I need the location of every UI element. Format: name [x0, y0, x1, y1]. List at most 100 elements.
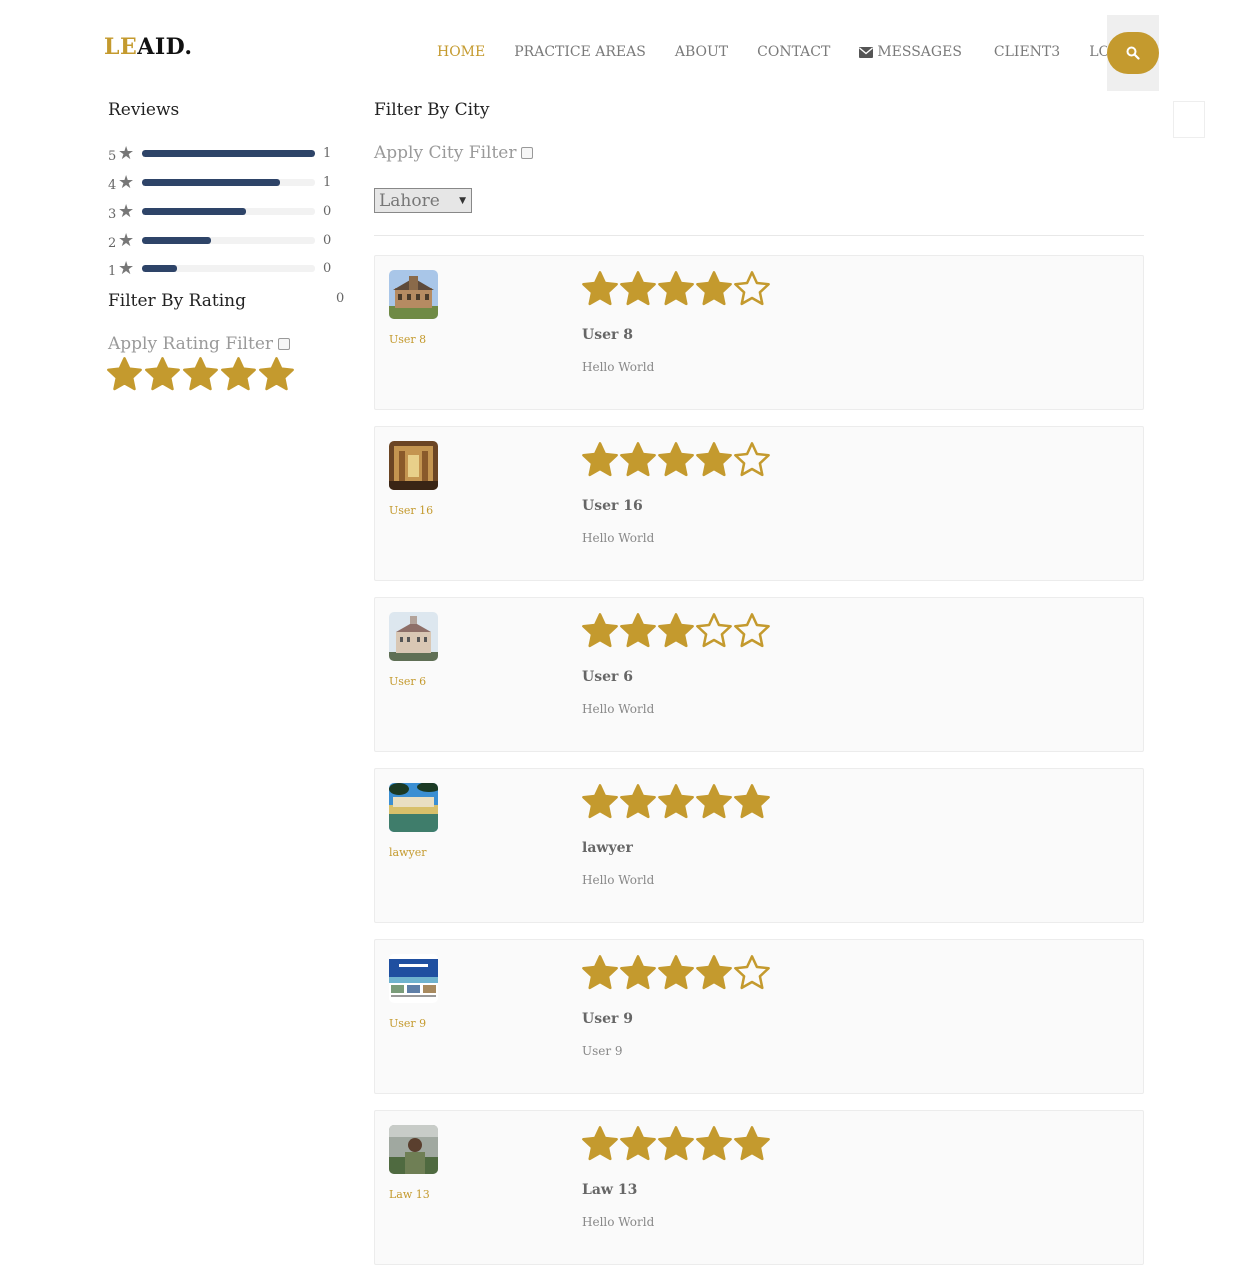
star-filled-icon [657, 441, 695, 483]
reviewer-link[interactable]: User 16 [389, 504, 433, 517]
star-icon: ★ [118, 171, 135, 193]
rating-filter-stars[interactable] [106, 356, 296, 397]
star-filled-icon [657, 954, 695, 996]
rating-filter-star-icon[interactable] [182, 356, 219, 397]
reviewer-link[interactable]: User 9 [389, 1017, 426, 1030]
star-filled-icon [619, 612, 657, 654]
star-empty-icon [733, 270, 771, 312]
review-card: Law 13 Law 13 Hello World [374, 1110, 1144, 1265]
star-filled-icon [695, 270, 733, 312]
star-filled-icon [619, 783, 657, 825]
review-comment: Hello World [582, 873, 655, 887]
reviewer-name: User 16 [582, 498, 643, 514]
rating-filter-star-icon[interactable] [106, 356, 143, 397]
rating-row-count: 0 [323, 203, 332, 219]
apply-city-label: Apply City Filter [374, 143, 517, 163]
star-filled-icon [581, 441, 619, 483]
review-card: User 9 User 9 User 9 [374, 939, 1144, 1094]
reviewer-name: User 6 [582, 669, 633, 685]
search-area [1107, 15, 1159, 91]
review-stars [581, 270, 771, 312]
star-empty-icon [733, 954, 771, 996]
rating-filter-star-icon[interactable] [144, 356, 181, 397]
rating-bar-fill [142, 178, 281, 186]
divider [374, 235, 1144, 236]
review-comment: User 9 [582, 1044, 623, 1058]
brand-logo[interactable]: LEAID. [104, 34, 193, 60]
apply-city-checkbox[interactable] [521, 147, 534, 159]
reviewer-link[interactable]: Law 13 [389, 1188, 430, 1201]
review-stars [581, 441, 771, 483]
search-button[interactable] [1107, 32, 1159, 74]
reviewer-name: User 9 [582, 1011, 633, 1027]
rating-row-4: 4 ★ 1 [108, 171, 331, 193]
side-widget[interactable] [1173, 101, 1205, 138]
star-filled-icon [581, 783, 619, 825]
rating-bar-fill [142, 149, 315, 157]
brand-part-2: AID. [137, 34, 193, 60]
star-icon: ★ [118, 229, 135, 251]
review-comment: Hello World [582, 1215, 655, 1229]
reviewer-link[interactable]: User 8 [389, 333, 426, 346]
rating-bar [142, 264, 315, 272]
review-stars [581, 612, 771, 654]
filter-by-city-title: Filter By City [374, 100, 490, 120]
reviewer-name: Law 13 [582, 1182, 638, 1198]
search-icon [1126, 46, 1140, 60]
rating-filter-star-icon[interactable] [258, 356, 295, 397]
avatar[interactable] [389, 1125, 438, 1174]
rating-bar [142, 236, 315, 244]
brand-part-1: LE [104, 34, 138, 60]
star-filled-icon [581, 954, 619, 996]
dropdown-arrow-icon: ▼ [459, 196, 466, 206]
rating-bar [142, 149, 315, 157]
rating-row-count: 1 [323, 145, 332, 161]
star-filled-icon [619, 954, 657, 996]
review-card: User 16 User 16 Hello World [374, 426, 1144, 581]
rating-bar [142, 178, 315, 186]
review-stars [581, 1125, 771, 1167]
apply-rating-checkbox[interactable] [278, 338, 291, 350]
nav-messages[interactable]: MESSAGES [859, 44, 962, 60]
avatar[interactable] [389, 612, 438, 661]
nav-messages-label: MESSAGES [877, 44, 962, 60]
review-card: User 6 User 6 Hello World [374, 597, 1144, 752]
nav-contact[interactable]: CONTACT [757, 44, 830, 60]
avatar[interactable] [389, 441, 438, 490]
star-filled-icon [619, 270, 657, 312]
reviewer-link[interactable]: User 6 [389, 675, 426, 688]
star-filled-icon [695, 441, 733, 483]
rating-row-3: 3 ★ 0 [108, 201, 331, 222]
nav-home[interactable]: HOME [437, 44, 485, 60]
rating-row-1: 1 ★ 0 [108, 257, 331, 279]
star-filled-icon [695, 954, 733, 996]
avatar[interactable] [389, 783, 438, 832]
rating-row-label: 2 [108, 235, 117, 251]
rating-bar-fill [142, 236, 212, 244]
envelope-icon [859, 46, 874, 58]
star-icon: ★ [118, 142, 135, 164]
avatar[interactable] [389, 270, 438, 319]
main-nav: HOME PRACTICE AREAS ABOUT CONTACT MESSAG… [437, 44, 1154, 60]
nav-client[interactable]: CLIENT3 [994, 44, 1060, 60]
rating-row-2: 2 ★ 0 [108, 229, 331, 251]
reviewer-link[interactable]: lawyer [389, 846, 426, 859]
star-icon: ★ [118, 257, 135, 279]
city-select[interactable]: Lahore ▼ [374, 188, 472, 213]
star-filled-icon [619, 1125, 657, 1167]
rating-filter-star-icon[interactable] [220, 356, 257, 397]
star-filled-icon [619, 441, 657, 483]
nav-about[interactable]: ABOUT [675, 44, 728, 60]
review-comment: Hello World [582, 531, 655, 545]
star-filled-icon [657, 1125, 695, 1167]
rating-row-count: 0 [323, 260, 332, 276]
apply-rating-filter: Apply Rating Filter [108, 334, 291, 354]
review-comment: Hello World [582, 702, 655, 716]
star-filled-icon [733, 1125, 771, 1167]
extra-count: 0 [336, 291, 345, 306]
avatar[interactable] [389, 954, 438, 1003]
star-empty-icon [733, 612, 771, 654]
city-select-value: Lahore [379, 191, 440, 211]
star-filled-icon [695, 1125, 733, 1167]
nav-practice-areas[interactable]: PRACTICE AREAS [514, 44, 646, 60]
